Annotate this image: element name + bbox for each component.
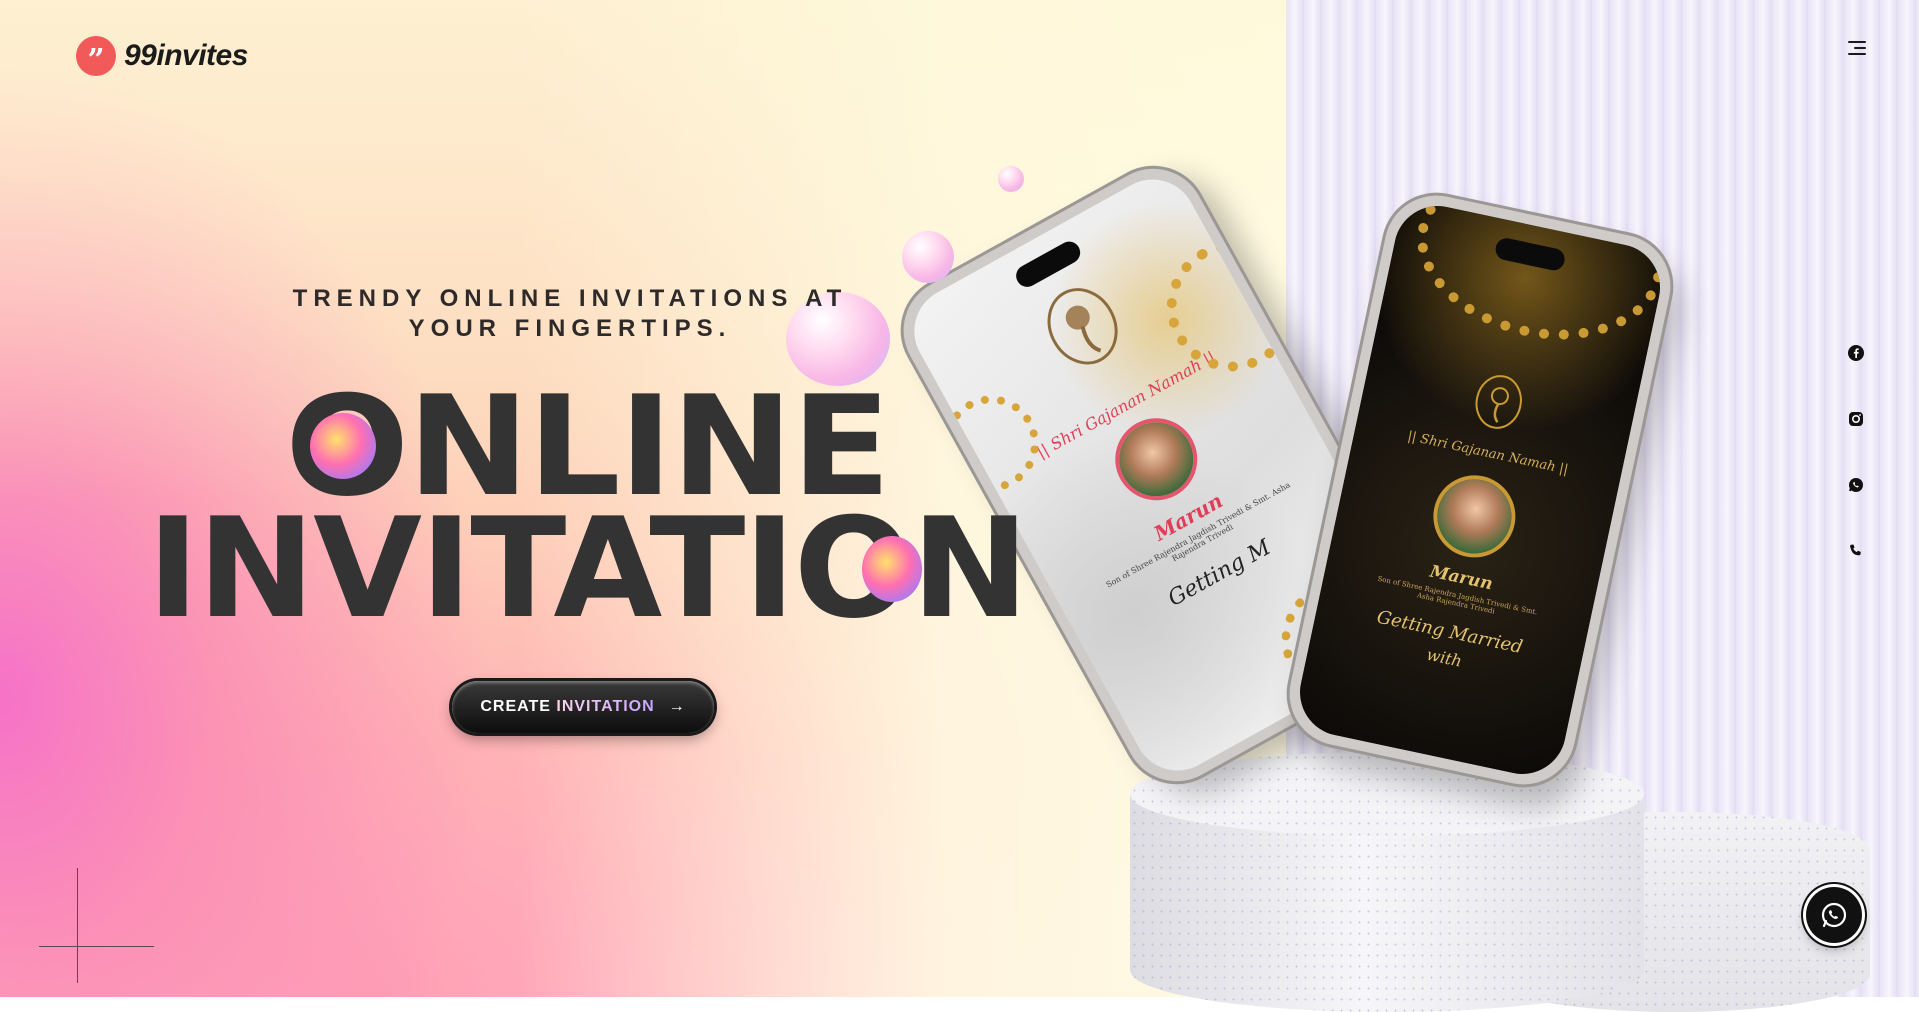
social-links: [1843, 340, 1869, 604]
gradient-blob-decoration: [862, 536, 922, 602]
cta-label: CREATE INVITATION: [480, 698, 654, 716]
facebook-icon[interactable]: [1843, 340, 1869, 366]
whatsapp-icon[interactable]: [1843, 472, 1869, 498]
ganesha-illustration: [1475, 375, 1522, 429]
logo-quote-icon: ”: [76, 36, 116, 76]
instagram-icon[interactable]: [1843, 406, 1869, 432]
brand-name: 99invites: [124, 39, 248, 72]
whatsapp-chat-button[interactable]: [1806, 887, 1862, 943]
decorative-bubble: [998, 166, 1024, 192]
cta-prefix: CREATE: [480, 698, 551, 715]
groom-photo: [1105, 408, 1207, 510]
decorative-bubble: [902, 231, 954, 283]
gradient-blob-decoration: [310, 413, 376, 479]
brand-logo[interactable]: ” 99invites: [76, 36, 248, 76]
whatsapp-icon: [1821, 902, 1847, 928]
cta-main: INVITATION: [556, 698, 655, 715]
hamburger-menu-icon[interactable]: [1846, 40, 1866, 58]
crosshair-horizontal-line: [39, 946, 154, 947]
phone-icon[interactable]: [1843, 538, 1869, 564]
hero-tagline: TRENDY ONLINE INVITATIONS AT YOUR FINGER…: [292, 285, 848, 342]
crosshair-vertical-line: [77, 868, 78, 983]
podium-front: [1130, 752, 1644, 1012]
arrow-right-icon: →: [668, 698, 686, 715]
create-invitation-button[interactable]: CREATE INVITATION →: [452, 681, 714, 733]
groom-photo: [1430, 472, 1519, 561]
